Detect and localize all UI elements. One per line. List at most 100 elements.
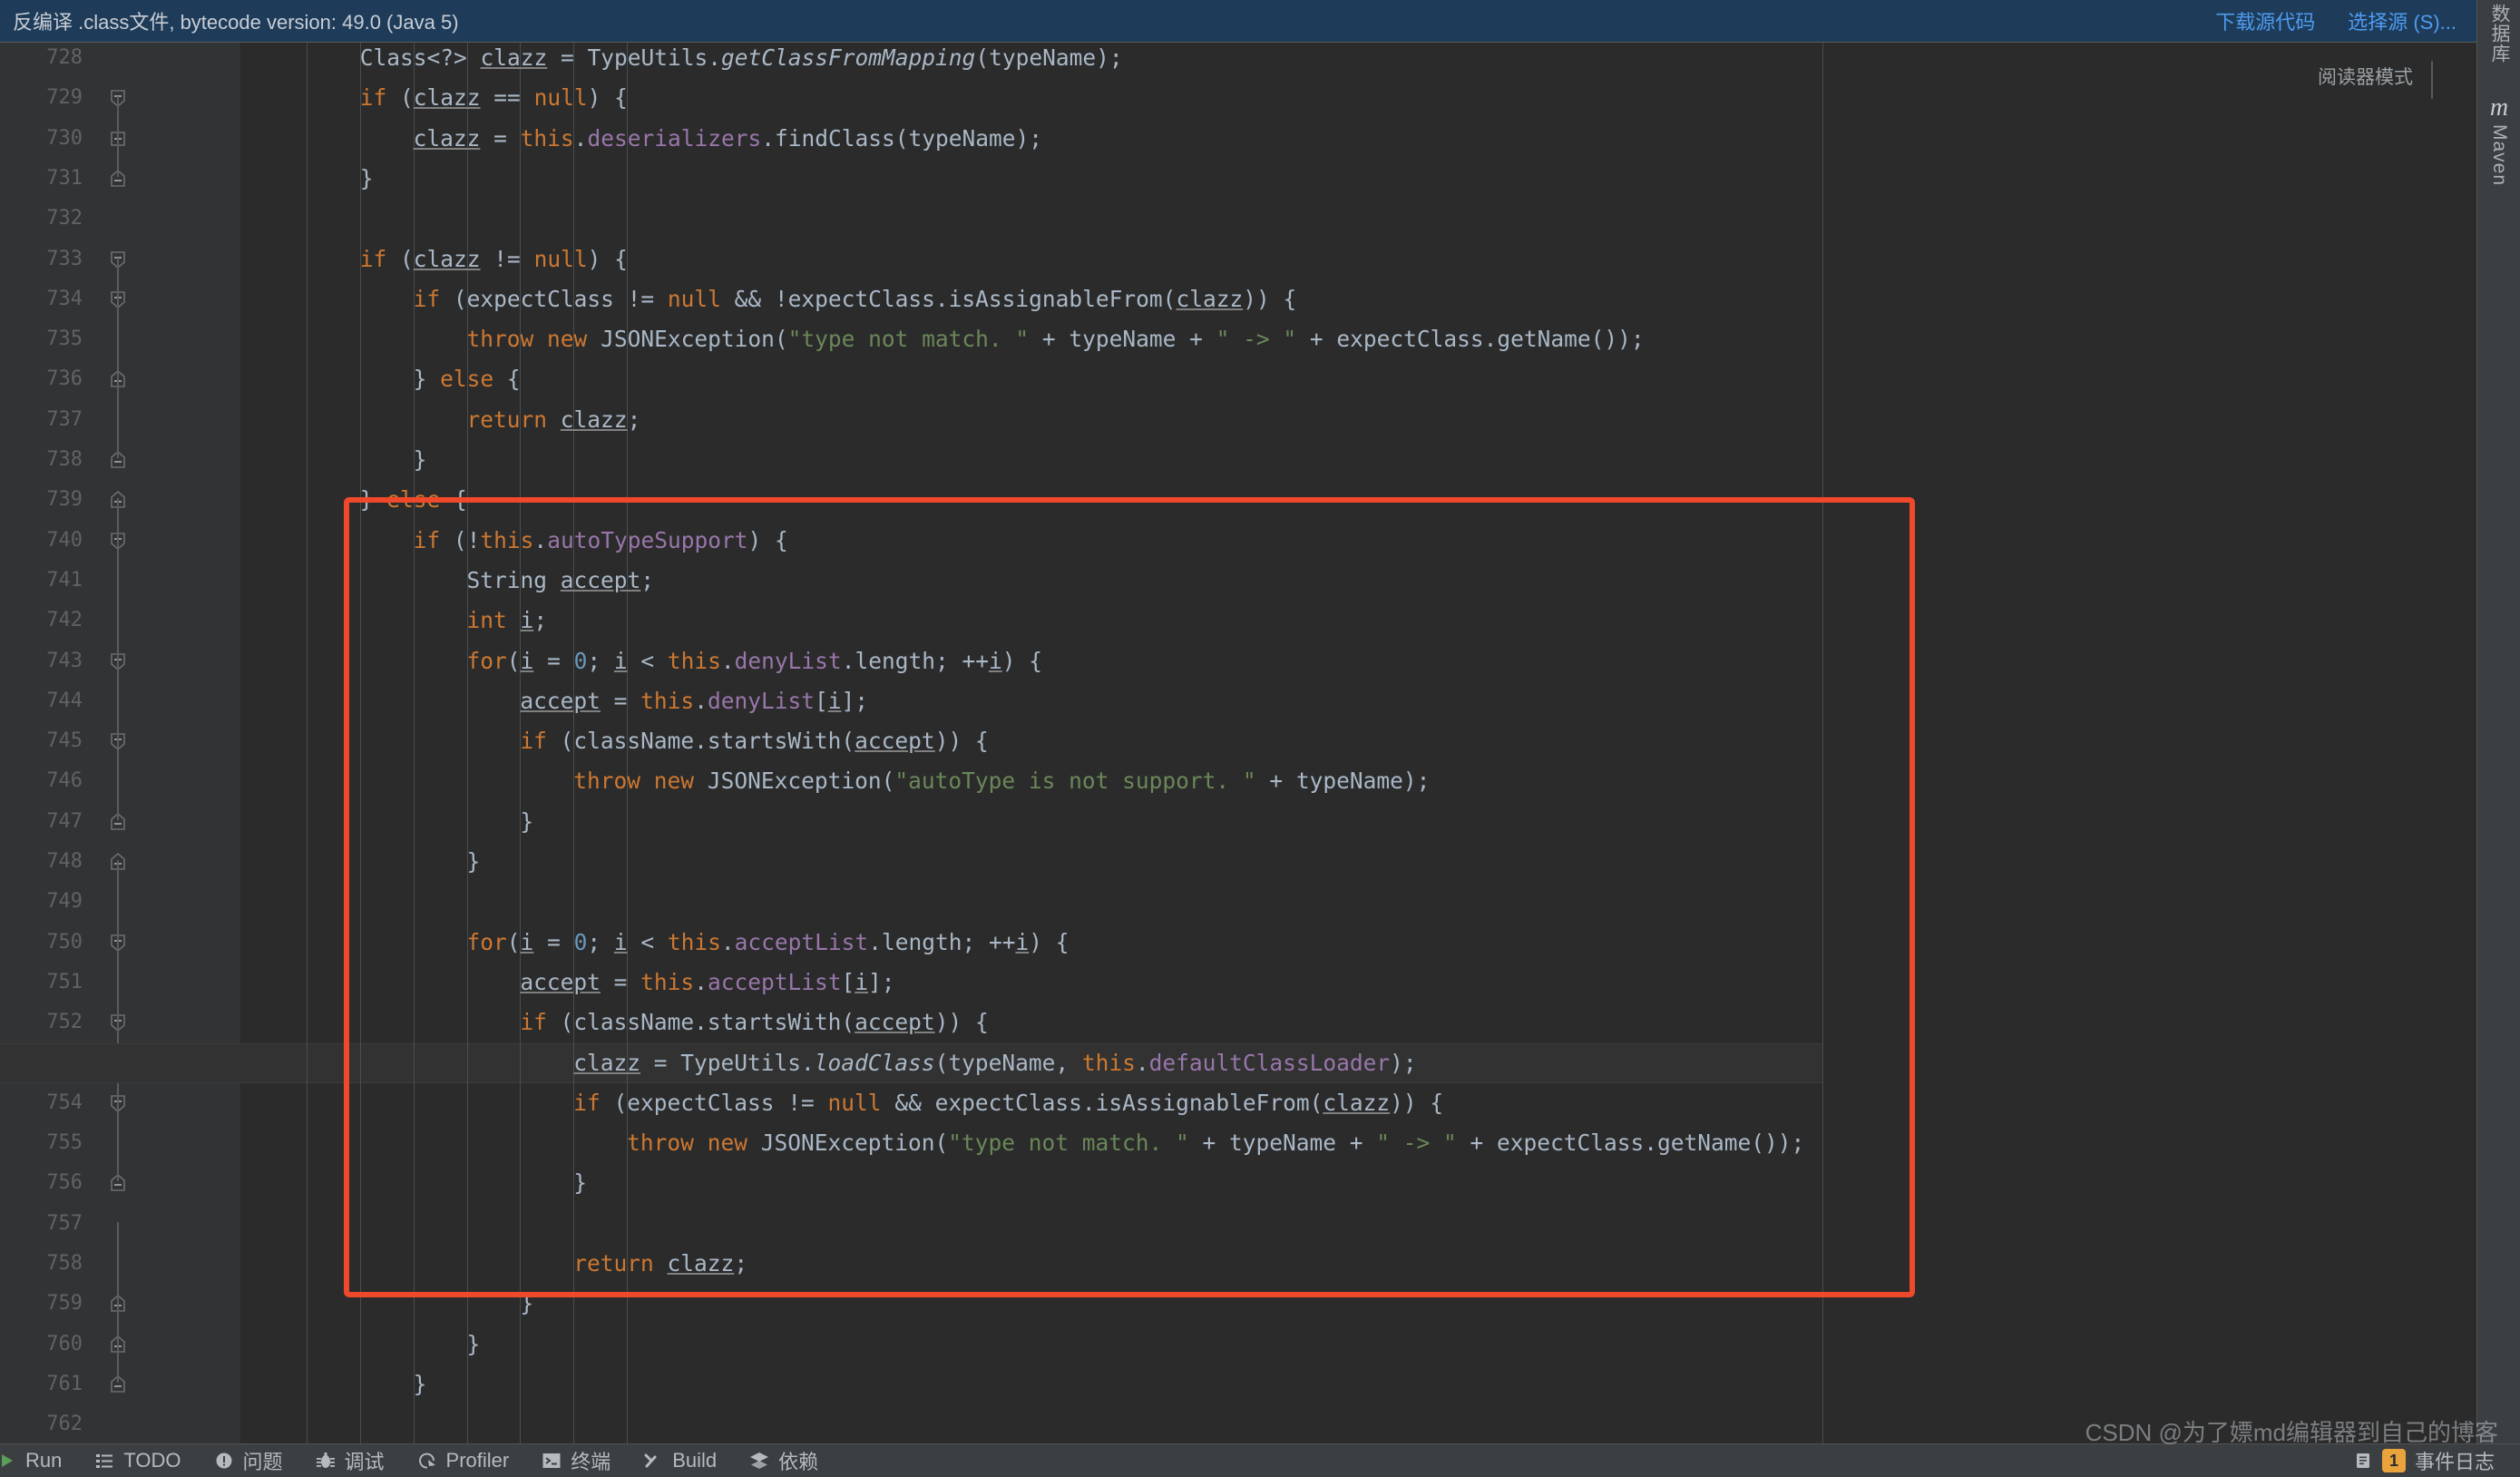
code-token: this [640,968,695,995]
code-line[interactable]: throw new JSONException("type not match.… [240,1123,1804,1163]
code-token: ( [386,245,414,272]
code-token: denyList [707,687,815,714]
code-line[interactable]: } [240,440,427,480]
code-line[interactable]: if (expectClass != null && expectClass.i… [240,1083,1443,1123]
code-line[interactable]: } else { [240,359,521,399]
bottom-bar-item-event-log[interactable]: 1 事件日志 [2337,1444,2511,1477]
code-token: "type not match. " [948,1130,1189,1157]
hammer-icon [643,1451,663,1471]
code-line[interactable]: accept = this.denyList[i]; [240,681,868,721]
code-token: new [653,768,695,795]
bottom-bar-item-问题-label: 问题 [242,1451,283,1473]
bottom-bar-item-依赖-label: 依赖 [778,1451,819,1473]
code-line[interactable]: } [240,802,533,842]
code-line[interactable]: if (clazz == null) { [240,78,628,118]
bottom-bar-item-build[interactable]: Build [627,1444,733,1477]
code-line[interactable]: if (className.startsWith(accept)) { [240,721,988,761]
code-token: . [694,687,708,714]
code-token: if [520,1009,547,1036]
banner-title: 反编译 .class文件, bytecode version: 49.0 (Ja… [13,11,459,34]
tool-window-tab-maven[interactable]: m Maven [2477,95,2520,187]
code-line[interactable]: } [240,1163,587,1203]
tool-window-tab-database[interactable]: 数据库 [2477,4,2520,64]
bottom-bar-item-调试[interactable]: 调试 [299,1444,401,1477]
fold-connector-line [117,1221,119,1383]
todo-list-icon [94,1451,114,1471]
code-line[interactable]: if (className.startsWith(accept)) { [240,1003,988,1042]
code-token: "autoType is not support. " [894,768,1256,795]
code-token: this [640,687,695,714]
code-token: else [440,366,494,393]
bottom-bar-item-终端-label: 终端 [571,1451,611,1473]
code-content[interactable]: Class<?> clazz = TypeUtils.getClassFromM… [0,43,1822,1443]
bottom-bar-item-run[interactable]: Run [0,1444,78,1477]
code-line[interactable]: return clazz; [240,1244,747,1284]
code-line[interactable]: } [240,1325,481,1365]
code-token: acceptList [707,968,842,995]
code-token: { [440,486,467,514]
code-line[interactable]: } [240,159,374,199]
code-token: = [533,647,574,674]
code-line[interactable]: return clazz; [240,400,641,440]
code-line[interactable] [240,882,253,922]
code-line[interactable]: } [240,842,481,882]
code-line[interactable]: throw new JSONException("type not match.… [240,319,1645,359]
code-token: && expectClass.isAssignableFrom( [881,1089,1323,1116]
code-token: && !expectClass.isAssignableFrom( [720,285,1177,312]
bottom-bar-item-profiler[interactable]: Profiler [401,1444,526,1477]
code-folding-column[interactable] [95,43,141,1443]
code-line[interactable]: Class<?> clazz = TypeUtils.getClassFromM… [240,43,1123,78]
code-line[interactable]: clazz = this.deserializers.findClass(typ… [240,119,1042,159]
code-token: + expectClass.getName()); [1456,1130,1805,1157]
line-number: 744 [46,689,83,712]
code-token: 0 [573,647,588,674]
line-number: 758 [46,1252,83,1275]
code-line[interactable]: if (clazz != null) { [240,240,628,279]
code-token: + typeName); [1255,768,1431,795]
code-token: if [359,84,387,112]
code-line[interactable] [240,1404,253,1443]
bottom-tool-window-bar: Run TODO 问题 调试 Profiler 终端 Build 依赖 1 事件日志 [0,1443,2520,1477]
code-line[interactable]: clazz = TypeUtils.loadClass(typeName, th… [240,1043,1416,1083]
editor-gutter[interactable]: 728 729 730 731 732 733 734 735 736 737 738 739 740 7… [0,43,240,1443]
code-token: (typeName, [934,1049,1082,1076]
bug-icon [316,1451,336,1471]
code-line[interactable]: throw new JSONException("autoType is not… [240,761,1430,801]
reader-mode-label[interactable]: 阅读器模式 [2318,63,2413,90]
code-line[interactable] [240,1204,253,1244]
bottom-bar-item-event-log-badge: 1 [2381,1449,2406,1472]
code-line[interactable] [240,199,253,239]
choose-sources-link[interactable]: 选择源 (S)... [2348,6,2457,35]
bottom-bar-item-依赖[interactable]: 依赖 [733,1444,835,1477]
code-line[interactable]: if (expectClass != null && !expectClass.… [240,279,1297,319]
code-token: . [573,124,588,152]
line-number: 760 [46,1332,83,1355]
code-token: } [466,848,481,875]
bottom-bar-item-todo[interactable]: TODO [78,1444,197,1477]
code-token: clazz [413,84,481,112]
code-token: accept [520,968,601,995]
code-line[interactable]: int i; [240,601,548,641]
code-token: new [547,326,588,353]
code-token: [ [841,968,855,995]
code-token: . [720,928,735,955]
bottom-bar-item-终端[interactable]: 终端 [525,1444,627,1477]
code-line[interactable]: accept = this.acceptList[i]; [240,963,894,1003]
code-token: } [520,1290,534,1317]
code-line[interactable]: for(i = 0; i < this.denyList.length; ++i… [240,641,1042,681]
code-editor[interactable]: 728 729 730 731 732 733 734 735 736 737 738 739 740 7… [0,43,1822,1443]
bottom-bar-item-问题[interactable]: 问题 [198,1444,299,1477]
code-token: ) { [1001,647,1042,674]
code-line[interactable]: } [240,1365,427,1404]
line-number: 746 [46,769,83,793]
code-line[interactable]: } [240,1284,533,1324]
code-line[interactable]: String accept; [240,561,655,601]
download-sources-link[interactable]: 下载源代码 [2215,6,2315,35]
code-line[interactable]: if (!this.autoTypeSupport) { [240,521,788,561]
code-token: Class<?> [359,44,481,71]
code-line[interactable]: for(i = 0; i < this.acceptList.length; +… [240,923,1070,963]
code-token: loadClass [814,1049,935,1076]
bottom-bar-item-event-log-label: 事件日志 [2414,1451,2495,1473]
code-line[interactable]: } else { [240,480,467,520]
